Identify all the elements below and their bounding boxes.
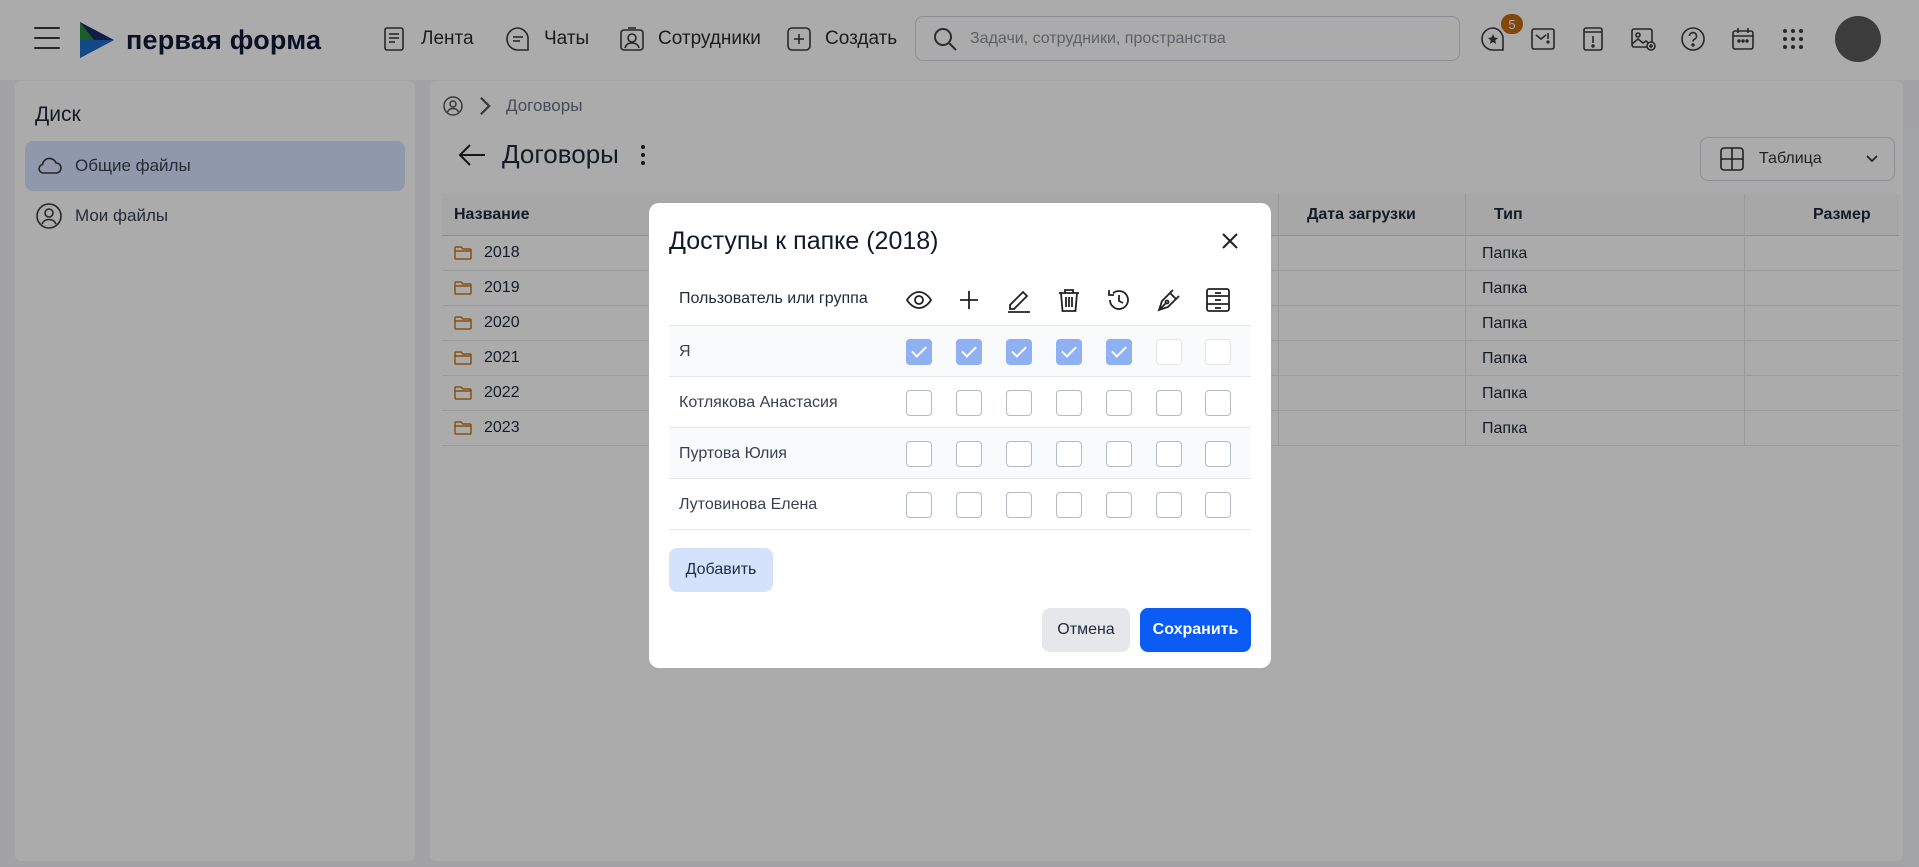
permissions-table: Пользователь или группа Я Котлякова Анас…: [669, 273, 1251, 530]
perm-history-checkbox[interactable]: [1106, 339, 1132, 365]
perm-history-checkbox[interactable]: [1106, 390, 1132, 416]
perm-delete-checkbox[interactable]: [1056, 390, 1082, 416]
permission-row: Лутовинова Елена: [669, 479, 1251, 530]
permission-user: Я: [679, 343, 691, 360]
add-user-button[interactable]: Добавить: [669, 548, 773, 592]
close-icon[interactable]: [1216, 227, 1244, 255]
perm-delete-checkbox[interactable]: [1056, 339, 1082, 365]
perm-create-checkbox[interactable]: [956, 492, 982, 518]
history-icon: [1108, 290, 1129, 310]
perm-history-checkbox[interactable]: [1106, 441, 1132, 467]
perm-sign-checkbox[interactable]: [1156, 390, 1182, 416]
perm-sign-checkbox[interactable]: [1156, 492, 1182, 518]
permission-row: Я: [669, 326, 1251, 377]
trash-icon: [1059, 289, 1079, 312]
plus-icon: [960, 291, 978, 309]
permission-user: Котлякова Анастасия: [679, 394, 838, 411]
perm-edit-checkbox[interactable]: [1006, 492, 1032, 518]
cancel-button[interactable]: Отмена: [1042, 608, 1130, 652]
perm-archive-checkbox[interactable]: [1205, 339, 1231, 365]
perm-sign-checkbox[interactable]: [1156, 441, 1182, 467]
permission-user: Лутовинова Елена: [679, 496, 818, 513]
perm-history-checkbox[interactable]: [1106, 492, 1132, 518]
folder-access-dialog: Доступы к папке (2018) Пользователь или …: [649, 203, 1271, 668]
perm-delete-checkbox[interactable]: [1056, 441, 1082, 467]
perm-edit-checkbox[interactable]: [1006, 390, 1032, 416]
permission-row: Пуртова Юлия: [669, 428, 1251, 479]
perm-edit-checkbox[interactable]: [1006, 339, 1032, 365]
perm-archive-checkbox[interactable]: [1205, 390, 1231, 416]
permissions-header: Пользователь или группа: [669, 273, 1251, 326]
sign-pen-icon: [1157, 289, 1180, 312]
user-column-header: Пользователь или группа: [679, 290, 868, 307]
permission-user: Пуртова Юлия: [679, 445, 787, 462]
perm-create-checkbox[interactable]: [956, 390, 982, 416]
edit-icon: [1008, 290, 1030, 313]
perm-archive-checkbox[interactable]: [1205, 492, 1231, 518]
perm-view-checkbox[interactable]: [906, 441, 932, 467]
permission-row: Котлякова Анастасия: [669, 377, 1251, 428]
eye-icon: [905, 291, 933, 309]
save-button[interactable]: Сохранить: [1140, 608, 1251, 652]
perm-view-checkbox[interactable]: [906, 339, 932, 365]
dialog-title: Доступы к папке (2018): [669, 227, 939, 255]
perm-view-checkbox[interactable]: [906, 390, 932, 416]
archive-icon: [1206, 288, 1230, 312]
perm-sign-checkbox[interactable]: [1156, 339, 1182, 365]
perm-view-checkbox[interactable]: [906, 492, 932, 518]
perm-archive-checkbox[interactable]: [1205, 441, 1231, 467]
perm-edit-checkbox[interactable]: [1006, 441, 1032, 467]
perm-delete-checkbox[interactable]: [1056, 492, 1082, 518]
perm-create-checkbox[interactable]: [956, 441, 982, 467]
perm-create-checkbox[interactable]: [956, 339, 982, 365]
